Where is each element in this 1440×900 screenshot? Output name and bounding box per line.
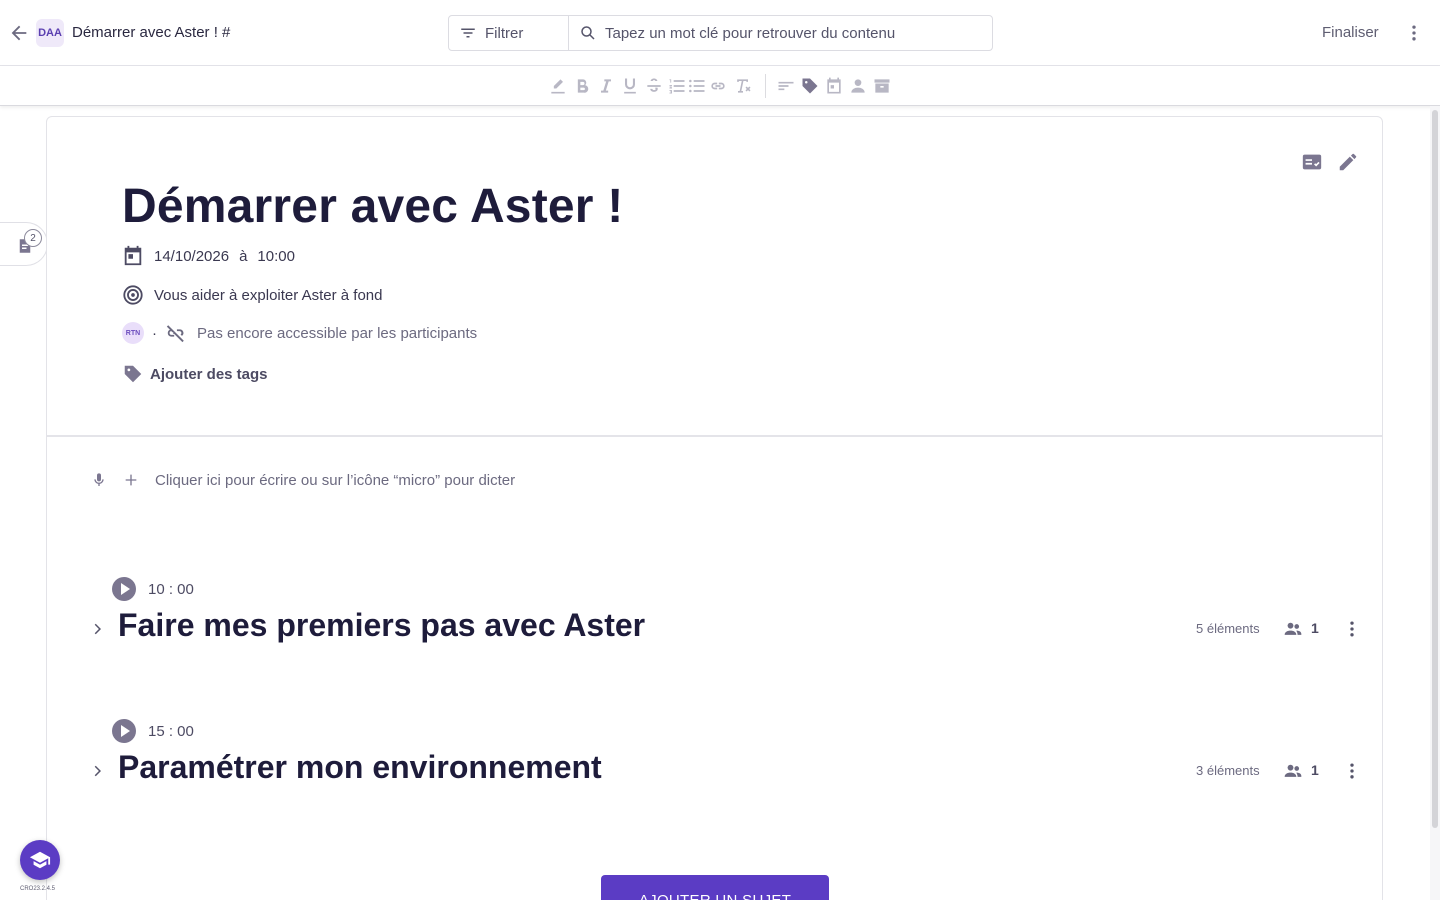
edit-pencil-icon[interactable] <box>1337 151 1359 173</box>
add-subject-button[interactable]: AJOUTER UN SUJET <box>601 875 829 900</box>
meeting-objective: Vous aider à exploiter Aster à fond <box>154 286 383 304</box>
underline-icon[interactable] <box>620 76 640 96</box>
editor-hint[interactable]: Cliquer ici pour écrire ou sur l’icône “… <box>155 472 515 489</box>
play-icon[interactable] <box>112 719 136 743</box>
people-icon <box>1284 622 1302 635</box>
more-vert-icon[interactable] <box>1342 761 1362 781</box>
bullet-list-icon[interactable] <box>687 76 707 96</box>
meeting-objective-row[interactable]: Vous aider à exploiter Aster à fond <box>122 284 382 306</box>
notes-count-badge: 2 <box>24 229 42 247</box>
search-icon <box>581 26 595 40</box>
search-input[interactable] <box>605 24 985 42</box>
subject-title[interactable]: Faire mes premiers pas avec Aster <box>118 607 645 644</box>
document-avatar: DAA <box>36 19 64 47</box>
subject-item: 15 : 00 Paramétrer mon environnement 3 é… <box>47 719 1382 799</box>
filter-button[interactable]: Filtrer <box>448 15 569 51</box>
chevron-right-icon[interactable] <box>89 762 107 780</box>
help-academy-button[interactable] <box>20 840 60 880</box>
sort-lines-icon[interactable] <box>776 76 796 96</box>
toolbar-separator <box>765 74 766 98</box>
highlight-icon[interactable] <box>548 76 568 96</box>
chevron-right-icon[interactable] <box>89 620 107 638</box>
archive-icon[interactable] <box>872 76 892 96</box>
person-icon[interactable] <box>848 76 868 96</box>
add-tags-row[interactable]: Ajouter des tags <box>122 363 268 385</box>
play-icon[interactable] <box>112 577 136 601</box>
header-divider <box>47 435 1382 437</box>
tag-icon[interactable] <box>800 76 820 96</box>
microphone-icon[interactable] <box>91 471 107 489</box>
clear-format-icon[interactable] <box>733 76 753 96</box>
calendar-icon <box>124 245 142 266</box>
italic-icon[interactable] <box>596 76 616 96</box>
bold-icon[interactable] <box>572 76 592 96</box>
separator-dot: · <box>152 324 157 342</box>
people-icon <box>1284 764 1302 777</box>
graduation-cap-icon <box>29 851 51 869</box>
checklist-icon[interactable] <box>1301 151 1323 173</box>
back-arrow-icon[interactable] <box>8 22 30 44</box>
meeting-title[interactable]: Démarrer avec Aster ! <box>122 179 623 234</box>
owner-avatar[interactable]: RTN <box>122 322 144 344</box>
version-label: CRO23.2.4.5 <box>20 886 56 892</box>
format-toolbar <box>0 66 1440 106</box>
filter-label: Filtrer <box>485 24 524 42</box>
meeting-time: 10:00 <box>257 247 295 265</box>
subject-items-count: 3 éléments <box>1196 763 1260 778</box>
access-status: Pas encore accessible par les participan… <box>197 324 478 342</box>
subject-time: 10 : 00 <box>148 581 194 598</box>
numbered-list-icon[interactable] <box>667 76 687 96</box>
subject-item: 10 : 00 Faire mes premiers pas avec Aste… <box>47 577 1382 657</box>
side-notes-tab[interactable]: 2 <box>0 222 48 266</box>
meeting-date: 14/10/2026 <box>154 247 230 265</box>
strikethrough-icon[interactable] <box>644 76 664 96</box>
more-vert-icon[interactable] <box>1342 619 1362 639</box>
subject-participants: 1 <box>1311 620 1319 636</box>
subject-time: 15 : 00 <box>148 723 194 740</box>
link-off-icon[interactable] <box>165 322 187 344</box>
scrollbar-thumb[interactable] <box>1432 110 1438 828</box>
target-icon <box>123 285 143 305</box>
add-tags-link[interactable]: Ajouter des tags <box>150 366 268 383</box>
meeting-card: Démarrer avec Aster ! 14/10/2026 à 10:00… <box>46 116 1383 900</box>
subject-participants: 1 <box>1311 762 1319 778</box>
filter-icon <box>461 28 475 38</box>
subject-items-count: 5 éléments <box>1196 621 1260 636</box>
more-vert-icon[interactable] <box>1404 23 1424 43</box>
link-icon[interactable] <box>708 76 728 96</box>
at-label: à <box>239 247 248 265</box>
subject-title[interactable]: Paramétrer mon environnement <box>118 749 602 786</box>
plus-icon[interactable] <box>123 472 139 488</box>
meeting-date-row[interactable]: 14/10/2026 à 10:00 <box>122 245 295 267</box>
document-title[interactable]: Démarrer avec Aster ! # <box>72 24 230 41</box>
search-field[interactable] <box>568 15 993 51</box>
finalize-button[interactable]: Finaliser <box>1322 24 1379 41</box>
note-editor-row[interactable]: Cliquer ici pour écrire ou sur l’icône “… <box>91 471 515 489</box>
top-bar: DAA Démarrer avec Aster ! # Filtrer Fina… <box>0 0 1440 66</box>
tag-icon <box>124 365 142 383</box>
meeting-access-row: RTN · Pas encore accessible par les part… <box>122 322 477 344</box>
calendar-icon[interactable] <box>824 76 844 96</box>
